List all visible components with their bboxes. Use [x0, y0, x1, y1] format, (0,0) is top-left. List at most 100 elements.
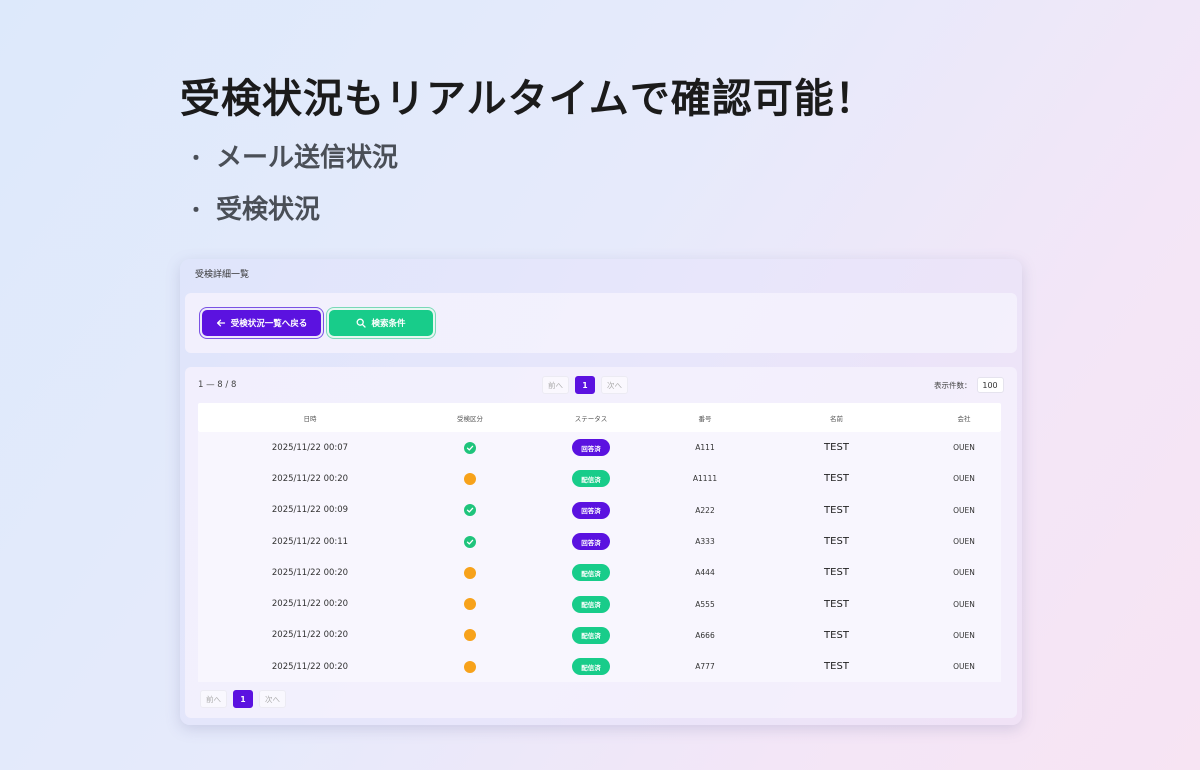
search-conditions-button[interactable]: 検索条件 — [329, 310, 433, 336]
result-list-card: 1 — 8 / 8 前へ 1 次へ 表示件数： 100 日時 受検区分 ステータ… — [185, 367, 1017, 718]
cell-exam-type — [422, 566, 518, 579]
check-circle-icon — [464, 441, 476, 454]
cell-datetime: 2025/11/22 00:20 — [271, 567, 349, 578]
check-circle-icon — [464, 504, 476, 517]
cell-number: A111 — [695, 443, 715, 453]
pending-dot-icon — [464, 598, 476, 611]
status-badge: 回答済 — [572, 501, 610, 519]
pagination-bottom: 前へ 1 次へ — [200, 690, 286, 708]
panel-title: 受検詳細一覧 — [195, 270, 250, 280]
cell-datetime: 2025/11/22 00:20 — [271, 599, 349, 610]
cell-name: TEST — [824, 629, 849, 641]
exam-detail-panel: 受検詳細一覧 受検状況一覧へ戻る 検索条件 1 — 8 / 8 前へ 1 次へ … — [180, 259, 1022, 725]
column-header-name[interactable]: 名前 — [746, 413, 927, 423]
pagination-top: 前へ 1 次へ — [542, 376, 628, 394]
current-page-button[interactable]: 1 — [233, 690, 253, 708]
cell-company: OUEN — [953, 443, 975, 453]
feature-item: ・ メール送信状況 — [186, 132, 398, 184]
column-header-company[interactable]: 会社 — [927, 413, 1001, 423]
prev-page-button[interactable]: 前へ — [542, 376, 569, 394]
current-page-button[interactable]: 1 — [575, 376, 595, 394]
check-circle-icon — [464, 535, 476, 548]
back-to-list-button[interactable]: 受検状況一覧へ戻る — [202, 310, 321, 336]
search-icon — [356, 318, 367, 328]
cell-company: OUEN — [953, 505, 975, 515]
per-page-select[interactable]: 100 — [976, 377, 1004, 393]
cell-status: 配信済 — [518, 564, 664, 582]
cell-name: TEST — [824, 442, 849, 454]
table-row[interactable]: 2025/11/22 00:20 配信済 A1111 TEST OUEN — [198, 463, 1001, 494]
cell-status: 回答済 — [518, 501, 664, 519]
feature-label: 受検状況 — [216, 195, 321, 225]
cell-datetime: 2025/11/22 00:09 — [271, 505, 349, 516]
status-badge: 回答済 — [572, 439, 610, 457]
cell-name: TEST — [824, 567, 849, 579]
cell-company: OUEN — [953, 662, 975, 672]
exam-table: 日時 受検区分 ステータス 番号 名前 会社 2025/11/22 00:07 回… — [198, 403, 1001, 683]
cell-status: 配信済 — [518, 595, 664, 613]
next-page-button[interactable]: 次へ — [601, 376, 628, 394]
cell-datetime: 2025/11/22 00:11 — [271, 536, 349, 547]
cell-name: TEST — [824, 598, 849, 610]
per-page-label: 表示件数： — [934, 380, 972, 390]
table-body: 2025/11/22 00:07 回答済 A111 TEST OUEN 2025/11/2… — [198, 432, 1001, 683]
per-page-control: 表示件数： 100 — [934, 377, 1004, 393]
pending-dot-icon — [464, 660, 476, 673]
cell-exam-type — [422, 472, 518, 485]
action-bar: 受検状況一覧へ戻る 検索条件 — [185, 293, 1017, 353]
cell-exam-type — [422, 504, 518, 517]
result-range: 1 — 8 / 8 — [198, 380, 237, 390]
cell-company: OUEN — [953, 537, 975, 547]
feature-label: メール送信状況 — [216, 143, 399, 173]
cell-name: TEST — [824, 504, 849, 516]
arrow-left-icon — [216, 318, 226, 328]
table-row[interactable]: 2025/11/22 00:07 回答済 A111 TEST OUEN — [198, 432, 1001, 463]
table-row[interactable]: 2025/11/22 00:11 回答済 A333 TEST OUEN — [198, 526, 1001, 557]
cell-exam-type — [422, 441, 518, 454]
cell-number: A777 — [695, 662, 715, 672]
cell-status: 回答済 — [518, 533, 664, 551]
cell-number: A222 — [695, 505, 715, 515]
cell-number: A555 — [695, 599, 715, 609]
feature-list: ・ メール送信状況 ・ 受検状況 — [186, 132, 398, 236]
cell-name: TEST — [824, 536, 849, 548]
cell-company: OUEN — [953, 599, 975, 609]
cell-datetime: 2025/11/22 00:07 — [271, 442, 349, 453]
cell-name: TEST — [824, 473, 849, 485]
table-row[interactable]: 2025/11/22 00:20 配信済 A666 TEST OUEN — [198, 620, 1001, 651]
cell-company: OUEN — [953, 568, 975, 578]
column-header-exam-type[interactable]: 受検区分 — [422, 413, 518, 423]
search-button-label: 検索条件 — [371, 319, 406, 329]
cell-exam-type — [422, 535, 518, 548]
cell-number: A444 — [695, 568, 715, 578]
cell-exam-type — [422, 598, 518, 611]
cell-number: A666 — [695, 630, 715, 640]
cell-status: 配信済 — [518, 470, 664, 488]
feature-item: ・ 受検状況 — [186, 184, 398, 236]
status-badge: 配信済 — [572, 626, 610, 644]
cell-datetime: 2025/11/22 00:20 — [271, 473, 349, 484]
table-row[interactable]: 2025/11/22 00:09 回答済 A222 TEST OUEN — [198, 495, 1001, 526]
table-header: 日時 受検区分 ステータス 番号 名前 会社 — [198, 403, 1001, 432]
table-row[interactable]: 2025/11/22 00:20 配信済 A777 TEST OUEN — [198, 651, 1001, 682]
table-row[interactable]: 2025/11/22 00:20 配信済 A444 TEST OUEN — [198, 557, 1001, 588]
cell-status: 回答済 — [518, 439, 664, 457]
cell-status: 配信済 — [518, 658, 664, 676]
column-header-status[interactable]: ステータス — [518, 413, 664, 423]
table-row[interactable]: 2025/11/22 00:20 配信済 A555 TEST OUEN — [198, 588, 1001, 619]
cell-exam-type — [422, 629, 518, 642]
prev-page-button[interactable]: 前へ — [200, 690, 227, 708]
column-header-datetime[interactable]: 日時 — [198, 413, 422, 423]
cell-company: OUEN — [953, 474, 975, 484]
column-header-number[interactable]: 番号 — [664, 413, 746, 423]
bullet-mark: ・ — [186, 146, 206, 170]
next-page-button[interactable]: 次へ — [259, 690, 286, 708]
cell-number: A1111 — [692, 474, 718, 484]
cell-status: 配信済 — [518, 626, 664, 644]
status-badge: 回答済 — [572, 533, 610, 551]
cell-number: A333 — [695, 537, 715, 547]
cell-datetime: 2025/11/22 00:20 — [271, 661, 349, 672]
headline: 受検状況もリアルタイムで確認可能！ — [180, 76, 876, 122]
status-badge: 配信済 — [572, 470, 610, 488]
cell-exam-type — [422, 660, 518, 673]
